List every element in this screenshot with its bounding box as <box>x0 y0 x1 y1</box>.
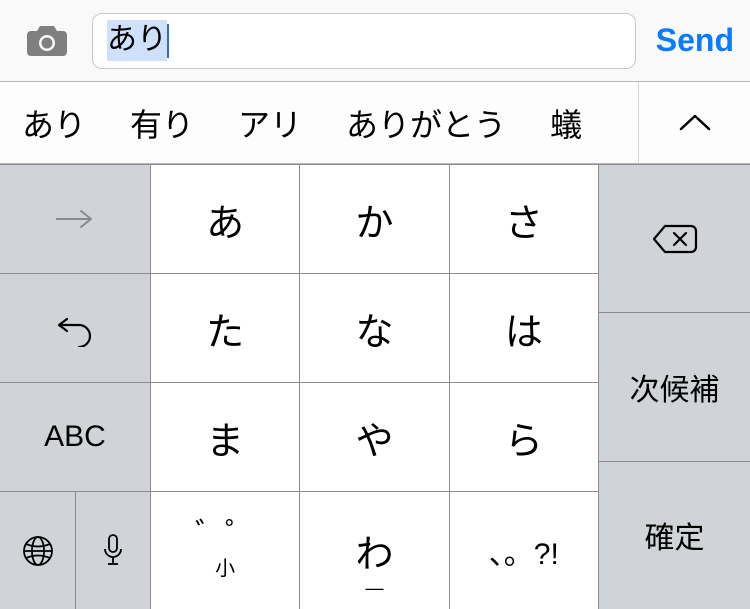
kana-key-sa[interactable]: さ <box>449 164 598 273</box>
diacritic-label: ゛゜ <box>195 520 255 550</box>
message-input[interactable]: あり <box>92 13 636 69</box>
message-text-selection: あり <box>107 20 167 61</box>
right-column: 次候補 確定 <box>598 164 750 609</box>
kana-key-ta[interactable]: た <box>150 273 299 382</box>
kana-key-wa-sub: — <box>365 578 383 599</box>
text-cursor <box>167 24 169 58</box>
kana-key-na[interactable]: な <box>299 273 448 382</box>
microphone-icon <box>101 533 125 569</box>
kana-key-ka[interactable]: か <box>299 164 448 273</box>
compose-bar: あり Send <box>0 0 750 82</box>
undo-icon <box>55 309 95 347</box>
send-button[interactable]: Send <box>646 22 738 59</box>
globe-key[interactable] <box>0 491 75 609</box>
backspace-key[interactable] <box>598 164 750 312</box>
chevron-up-icon <box>678 113 712 133</box>
prediction-item[interactable]: ありがとう <box>324 82 528 163</box>
next-field-key[interactable] <box>0 164 150 273</box>
globe-icon <box>21 534 55 568</box>
kana-key-ma[interactable]: ま <box>150 382 299 491</box>
next-candidate-key[interactable]: 次候補 <box>598 312 750 460</box>
prediction-item[interactable]: 有り <box>108 82 216 163</box>
prediction-item[interactable]: あり <box>0 82 108 163</box>
undo-key[interactable] <box>0 273 150 382</box>
kana-key-wa-label: わ <box>355 523 393 578</box>
kana-key-wa[interactable]: わ — <box>299 491 448 609</box>
camera-button[interactable] <box>12 14 82 68</box>
diacritic-key[interactable]: ゛゜ 小 <box>150 491 299 609</box>
punctuation-key[interactable]: 、。?! <box>449 491 598 609</box>
prediction-item[interactable]: 蟻 <box>528 82 604 163</box>
dictation-key[interactable] <box>75 491 150 609</box>
diacritic-sub-label: 小 <box>215 552 235 581</box>
arrow-right-icon <box>53 209 97 229</box>
camera-icon <box>25 24 69 58</box>
confirm-key[interactable]: 確定 <box>598 461 750 609</box>
predictions-expand-button[interactable] <box>638 82 750 163</box>
kana-key-ha[interactable]: は <box>449 273 598 382</box>
kana-key-a[interactable]: あ <box>150 164 299 273</box>
kana-key-ya[interactable]: や <box>299 382 448 491</box>
kana-keyboard: あ か さ た な は ABC ま や <box>0 164 750 609</box>
prediction-bar: あり 有り アリ ありがとう 蟻 <box>0 82 750 164</box>
abc-mode-key[interactable]: ABC <box>0 382 150 491</box>
kana-key-ra[interactable]: ら <box>449 382 598 491</box>
backspace-icon <box>651 223 699 255</box>
prediction-item[interactable]: アリ <box>216 82 324 163</box>
globe-mic-group <box>0 491 150 609</box>
